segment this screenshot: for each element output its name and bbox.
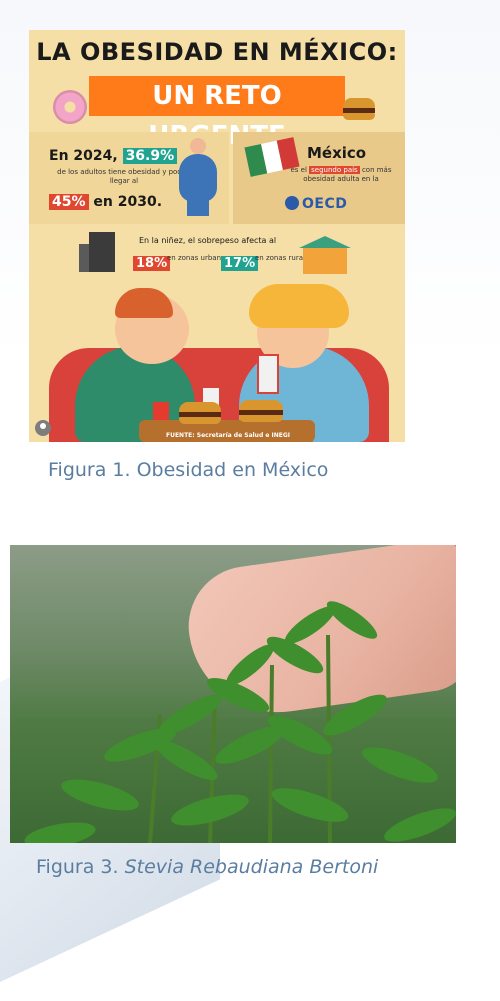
building-icon [79,232,115,272]
donut-icon [53,90,87,124]
urban-label: en zonas urbanas [167,254,229,262]
mexico-title: México [307,144,367,162]
children-stat-text: En la niñez, el sobrepeso afecta al [139,236,277,245]
oecd-logo: OECD [285,196,347,212]
rural-pct: 17% [221,256,259,271]
mexico-desc-prefix: es el [290,166,307,174]
stevia-photo [10,545,456,843]
stevia-leaves-illustration [24,601,456,843]
mexico-description: es el segundo país con más obesidad adul… [285,166,397,184]
stat-current: En 2024, 36.9% [49,148,178,164]
oecd-label: OECD [302,196,348,212]
burger-icon-left [179,402,221,424]
drink-cup-icon [257,354,279,394]
infographic-title: LA OBESIDAD EN MÉXICO: [36,38,398,66]
oecd-globe-icon [285,196,299,210]
figure3-caption-species: Stevia Rebaudiana Bertoni [124,856,379,878]
figure1-caption: Figura 1. Obesidad en México [48,459,329,481]
stat-year: En 2024, [49,148,118,164]
person-icon [179,138,217,218]
man-hair-illustration [115,288,173,318]
house-icon [299,236,351,274]
stat-future: 45% en 2030. [49,194,162,210]
burger-icon-right [239,400,283,424]
stat-future-suffix: en 2030. [93,194,163,210]
stat-description: de los adultos tiene obesidad y podría l… [57,168,191,185]
infographic-subtitle: UN RETO URGENTE [89,76,345,151]
mexico-desc-highlight: segundo país [309,166,360,174]
stat-future-pct: 45% [49,194,89,210]
burger-icon [343,98,375,122]
stat-current-pct: 36.9% [122,148,178,164]
source-note: FUENTE: Secretaría de Salud e INEGI [143,430,313,442]
figure3-caption: Figura 3. Stevia Rebaudiana Bertoni [0,856,500,878]
woman-hair-illustration [249,284,349,328]
obesity-infographic: LA OBESIDAD EN MÉXICO: UN RETO URGENTE E… [29,30,405,442]
figure3-caption-prefix: Figura 3. [36,856,125,878]
urban-pct: 18% [133,256,171,271]
user-icon [35,420,51,436]
fries-icon [153,402,169,420]
